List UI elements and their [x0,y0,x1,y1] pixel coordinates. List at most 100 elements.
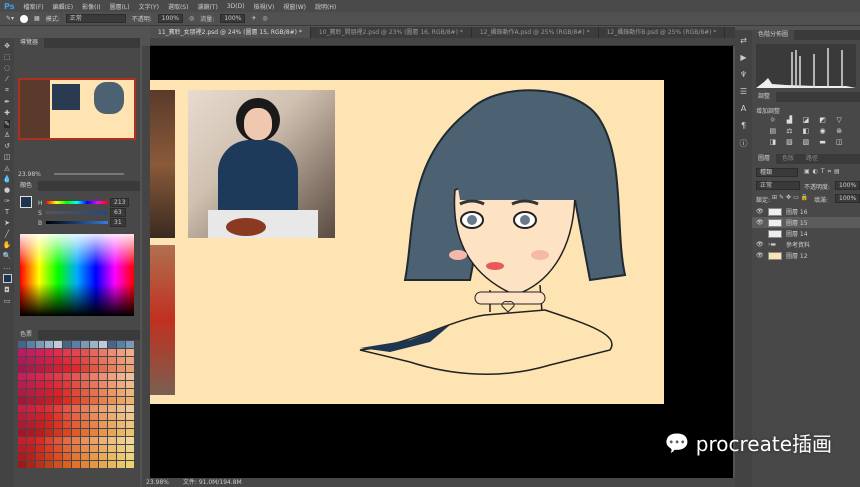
opacity-field[interactable]: 100% [157,14,183,23]
color-swatch[interactable] [36,437,44,444]
color-swatch[interactable] [36,381,44,388]
color-swatch[interactable] [36,341,44,348]
color-swatch[interactable] [18,365,26,372]
color-swatch[interactable] [18,389,26,396]
color-swatch[interactable] [90,341,98,348]
hue-saturation-icon[interactable]: ▤ [766,127,780,135]
color-swatch[interactable] [81,349,89,356]
move-tool-icon[interactable]: ✥ [4,42,10,50]
brightness-icon[interactable]: ☼ [766,116,780,124]
color-swatch[interactable] [18,397,26,404]
blend-mode-select[interactable]: 正常 [756,181,800,190]
color-swatch[interactable] [54,365,62,372]
color-swatch[interactable] [117,341,125,348]
color-swatch[interactable] [117,445,125,452]
color-swatch[interactable] [18,341,26,348]
color-swatch[interactable] [126,349,134,356]
color-swatch[interactable] [81,405,89,412]
color-swatch[interactable] [45,437,53,444]
color-swatch[interactable] [54,397,62,404]
color-swatch[interactable] [36,349,44,356]
color-swatch[interactable] [36,389,44,396]
color-swatch[interactable] [63,381,71,388]
color-swatch[interactable] [18,413,26,420]
h-slider[interactable] [46,201,108,204]
tab-document-1[interactable]: 11_寶聆_女朋裡2.psd @ 24% (圖層 15, RGB/8#) * [150,27,311,38]
color-swatch[interactable] [72,453,80,460]
color-swatch[interactable] [126,365,134,372]
color-swatch[interactable] [108,397,116,404]
brush-tool-icon[interactable]: ✎ [4,120,10,128]
color-swatch[interactable] [108,389,116,396]
brush-panel-icon[interactable]: ▦ [34,15,40,22]
levels-icon[interactable]: ▟ [783,116,797,124]
color-swatch[interactable] [126,429,134,436]
color-swatch[interactable] [117,349,125,356]
color-swatch[interactable] [126,453,134,460]
airbrush-icon[interactable]: ✈ [251,15,256,22]
color-swatch[interactable] [45,357,53,364]
s-slider[interactable] [46,211,108,214]
color-swatch[interactable] [126,381,134,388]
color-swatch[interactable] [72,341,80,348]
tab-document-2[interactable]: 10_寶聆_開朋裡2.psd @ 23% (圖層 16, RGB/8#) * [311,27,472,38]
color-swatch[interactable] [45,445,53,452]
brush-preset-picker[interactable] [20,14,29,23]
color-swatch[interactable] [72,381,80,388]
color-swatch[interactable] [63,373,71,380]
dodge-tool-icon[interactable]: ● [4,186,10,194]
color-swatch[interactable] [117,405,125,412]
layer-group-row[interactable]: 👁 ›▬ 參考資料 [752,239,860,250]
color-swatch[interactable] [63,461,71,468]
foreground-color-swatch[interactable] [2,274,12,283]
color-swatch[interactable] [54,437,62,444]
color-swatch[interactable] [108,373,116,380]
color-swatch[interactable] [81,461,89,468]
color-swatch[interactable] [108,381,116,388]
color-swatch[interactable] [81,373,89,380]
color-swatch[interactable] [45,373,53,380]
color-swatch[interactable] [45,453,53,460]
color-swatch[interactable] [81,381,89,388]
exposure-icon[interactable]: ◩ [816,116,830,124]
h-value[interactable]: 213 [110,198,130,207]
zoom-tool-icon[interactable]: 🔍 [3,252,12,260]
color-swatch[interactable] [54,445,62,452]
lock-icons[interactable]: ⊞✎✥▭🔒 [772,194,810,201]
color-swatch[interactable] [54,389,62,396]
color-title[interactable]: 顏色 [14,181,39,191]
quick-mask-icon[interactable]: ◘ [4,286,10,294]
gradient-map-icon[interactable]: ▬ [816,138,830,146]
channel-mixer-icon[interactable]: ⊛ [832,127,846,135]
color-swatch[interactable] [81,389,89,396]
navigator-preview[interactable] [18,78,136,140]
color-swatch[interactable] [63,413,71,420]
fill-field[interactable]: 100% [835,194,860,203]
color-swatch[interactable] [90,405,98,412]
magic-wand-tool-icon[interactable]: ⁄ [6,75,7,83]
navigator-zoom-slider[interactable] [54,173,124,175]
layer-row[interactable]: 👁 圖層 16 [752,206,860,217]
selective-color-icon[interactable]: ◫ [832,138,846,146]
color-swatch[interactable] [99,461,107,468]
photo-filter-icon[interactable]: ◉ [816,127,830,135]
color-swatch[interactable] [18,373,26,380]
mode-select[interactable]: 正常 [65,14,126,23]
menu-image[interactable]: 影像(I) [82,2,100,11]
color-swatch[interactable] [99,437,107,444]
screen-mode-icon[interactable]: ▭ [4,297,11,305]
color-swatch[interactable] [36,445,44,452]
color-swatch[interactable] [18,421,26,428]
layer-kind-filter[interactable]: 種類 [756,168,798,177]
clone-stamp-tool-icon[interactable]: ♙ [4,131,10,139]
threshold-icon[interactable]: ▧ [799,138,813,146]
color-swatch[interactable] [90,357,98,364]
color-swatch[interactable] [27,461,35,468]
menu-view[interactable]: 檢視(V) [254,2,275,11]
layer-row[interactable]: 👁 圖層 12 [752,250,860,261]
color-swatch[interactable] [54,349,62,356]
color-swatch[interactable] [117,437,125,444]
color-swatch[interactable] [18,381,26,388]
color-swatch[interactable] [72,421,80,428]
color-swatch[interactable] [63,349,71,356]
